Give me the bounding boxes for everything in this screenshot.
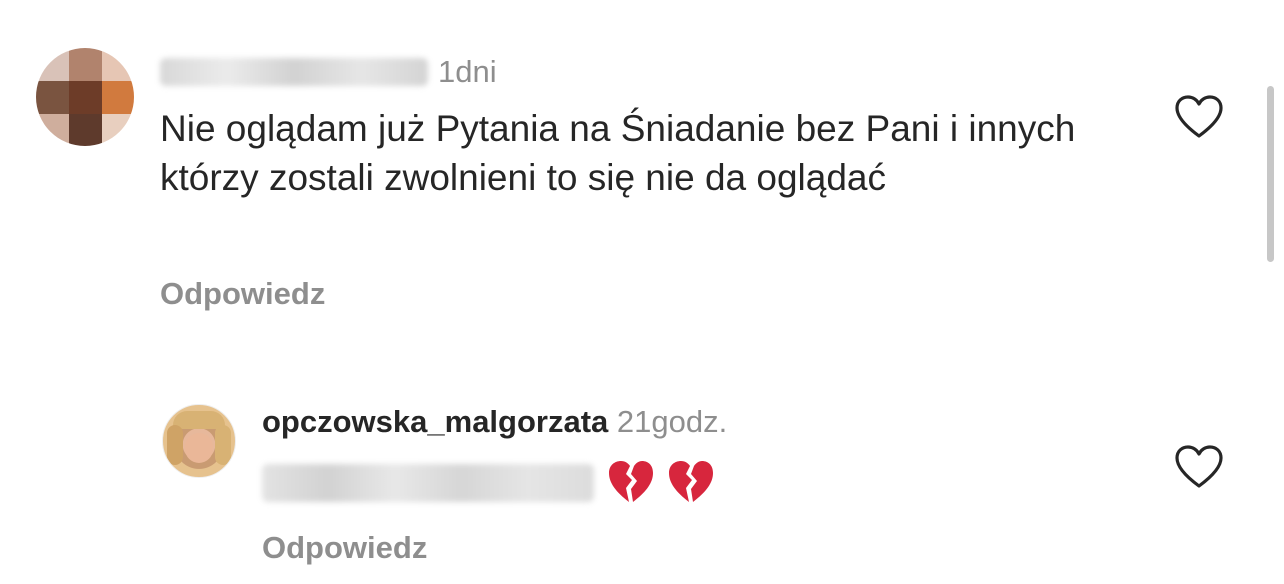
comment-time: 21godz.: [616, 404, 728, 439]
reply-button[interactable]: Odpowiedz: [160, 276, 325, 312]
comment-1: 1dni Nie oglądam już Pytania na Śniadani…: [0, 0, 1284, 330]
heart-outline-icon[interactable]: [1174, 444, 1224, 490]
avatar[interactable]: [36, 48, 134, 146]
comment-text: Nie oglądam już Pytania na Śniadanie bez…: [160, 108, 1076, 198]
broken-heart-emoji: [669, 461, 713, 502]
heart-outline-icon[interactable]: [1174, 94, 1224, 140]
broken-heart-emoji: [609, 461, 653, 502]
reply-button[interactable]: Odpowiedz: [262, 530, 427, 566]
scrollbar[interactable]: [1267, 86, 1274, 262]
avatar[interactable]: [162, 404, 236, 478]
comment-time: 1dni: [438, 54, 497, 89]
comment-2: opczowska_malgorzata 21godz. Odpowiedz: [0, 330, 1284, 584]
username-redacted: [160, 58, 428, 86]
comment-text-redacted: [262, 464, 594, 502]
username[interactable]: opczowska_malgorzata: [262, 404, 608, 439]
